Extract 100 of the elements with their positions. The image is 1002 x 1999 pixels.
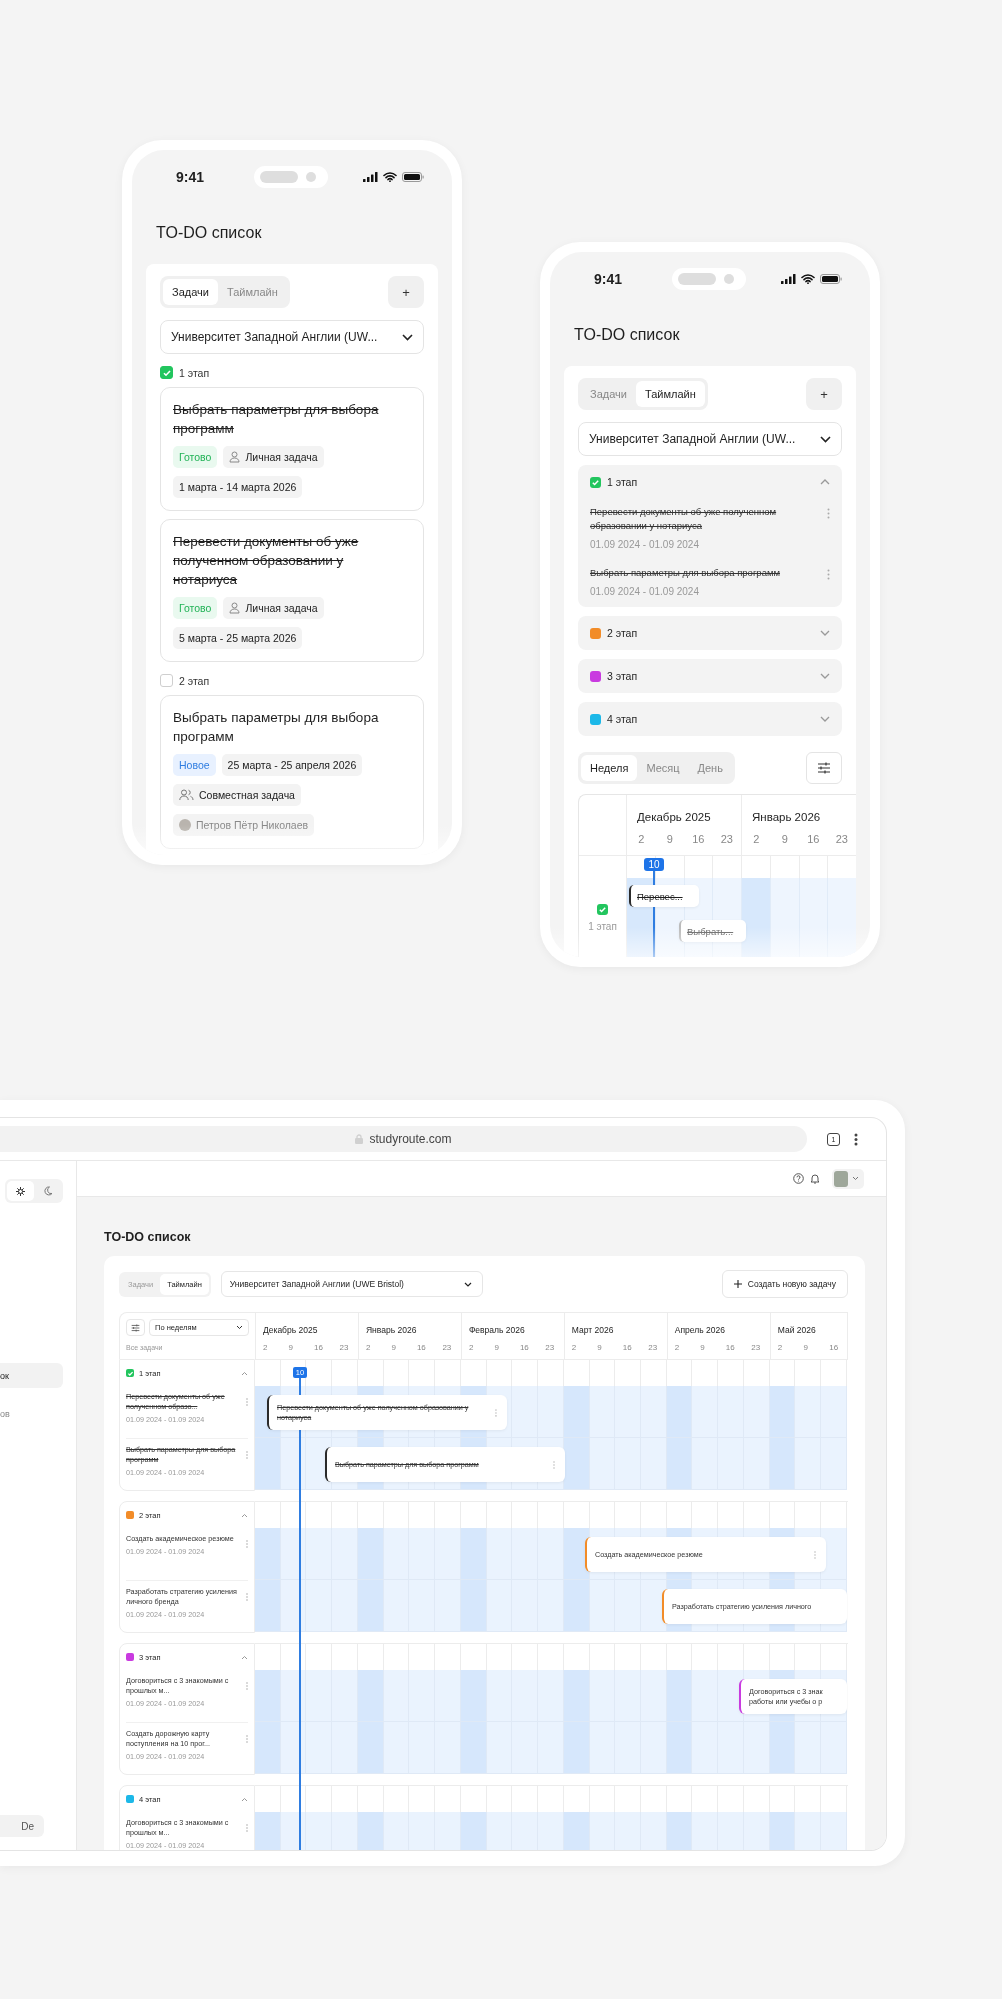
week-cell	[460, 1670, 487, 1722]
chevron-down-icon	[852, 1176, 859, 1181]
sun-icon[interactable]	[7, 1181, 34, 1201]
task-card[interactable]: Перевести документы об уже полученном образовании у нотариуса Готово Личная задача 5 марта - 25 марта 2026	[160, 519, 424, 662]
week-cell	[357, 1670, 384, 1722]
account-menu[interactable]	[832, 1168, 864, 1189]
week-cell	[383, 1528, 410, 1580]
week-cell	[512, 1670, 539, 1722]
task-bar[interactable]: Перевес...	[629, 885, 699, 907]
stage-checkbox[interactable]	[590, 713, 601, 725]
week-label: 23	[719, 833, 734, 845]
create-task-button[interactable]: Создать новую задачу	[721, 1270, 848, 1298]
chevron-up-icon[interactable]	[820, 479, 830, 485]
week-cell	[538, 1812, 564, 1850]
stage-panel[interactable]: 3 этап	[578, 659, 842, 693]
week-label: 23	[544, 1343, 556, 1352]
stage-label: 3 этап	[607, 670, 638, 682]
university-select[interactable]: Университет Западной Англии (UW...	[578, 422, 842, 456]
stage-checkbox[interactable]	[160, 366, 173, 379]
week-cell	[589, 1812, 616, 1850]
tab[interactable]: Таймлайн	[635, 381, 705, 407]
task-bar[interactable]: Выбрать...	[679, 920, 746, 942]
month-label: Май 2026	[776, 1325, 816, 1335]
stage-checkbox[interactable]	[160, 674, 173, 687]
chevron-down-icon[interactable]	[820, 630, 830, 636]
filter-button[interactable]	[806, 752, 842, 784]
task-dates: 01.09 2024 - 01.09 2024	[590, 539, 700, 550]
week-cell	[486, 1670, 513, 1722]
week-cell	[743, 1386, 770, 1438]
week-cell	[821, 1438, 847, 1490]
chevron-up-icon[interactable]	[241, 1796, 248, 1802]
stage-checkbox[interactable]	[126, 1795, 134, 1803]
chevron-up-icon[interactable]	[241, 1512, 248, 1518]
stage-panel[interactable]: 2 этап	[578, 616, 842, 650]
week-label: 2	[570, 1343, 578, 1352]
sidebar-item[interactable]: ок	[0, 1363, 63, 1388]
week-cell	[769, 1386, 796, 1438]
week-label: 23	[647, 1343, 659, 1352]
week-cell	[255, 1722, 281, 1774]
week-label: 9	[287, 1343, 294, 1352]
sidebar-item[interactable]: ов	[0, 1401, 63, 1426]
chip-label: Петров Пётр Николаев	[196, 819, 309, 831]
week-cell	[692, 1386, 719, 1438]
person-icon	[229, 451, 241, 463]
language-option[interactable]: De	[21, 1820, 34, 1832]
stage-label: 4 этап	[607, 713, 638, 725]
university-select[interactable]: Университет Западной Англии (UWE Bristol)	[220, 1271, 483, 1297]
stage-panel[interactable]: 4 этап	[578, 702, 842, 736]
week-cell	[641, 1812, 667, 1850]
stage-checkbox[interactable]	[126, 1511, 134, 1519]
add-button[interactable]: +	[388, 276, 424, 308]
chevron-down-icon[interactable]	[820, 673, 830, 679]
week-cell	[589, 1438, 616, 1490]
tab[interactable]: Задачи	[163, 279, 218, 305]
week-label: 23	[750, 1343, 762, 1352]
month-label: Февраль 2026	[467, 1325, 525, 1335]
date-tag: 1 марта - 14 марта 2026	[173, 476, 303, 498]
stage-panel[interactable]: 1 этап Перевести документы об уже полученном образовании у нотариуса 01.09 2024 - 01.09 2024 Выбрать параметры для выбора программ 01.09 2024 - 01.09 2024	[578, 465, 842, 607]
week-cell	[692, 1812, 719, 1850]
stage-checkbox[interactable]	[590, 627, 601, 639]
more-icon[interactable]	[854, 1132, 858, 1146]
week-cell	[357, 1528, 384, 1580]
week-cell	[743, 1722, 770, 1774]
week-label: 2	[673, 1343, 681, 1352]
week-cell	[641, 1438, 667, 1490]
week-cell	[332, 1528, 358, 1580]
filter-button[interactable]	[126, 1319, 145, 1336]
chevron-down-icon	[402, 333, 413, 341]
chevron-down-icon[interactable]	[820, 716, 830, 722]
week-cell	[795, 1812, 822, 1850]
date-tag: 5 марта - 25 марта 2026	[173, 627, 303, 649]
chevron-down-icon	[236, 1325, 243, 1330]
task-card[interactable]: Выбрать параметры для выбора программ Готово Личная задача 1 марта - 14 марта 2026	[160, 387, 424, 511]
week-cell	[486, 1580, 513, 1632]
tab[interactable]: Неделя	[581, 755, 638, 781]
week-cell	[589, 1722, 616, 1774]
week-label: 16	[691, 833, 706, 845]
address-bar[interactable]: studyroute.com	[0, 1126, 807, 1152]
week-cell	[821, 1812, 847, 1850]
week-cell	[435, 1722, 461, 1774]
week-cell	[615, 1438, 641, 1490]
chevron-down-icon	[463, 1281, 472, 1287]
add-button[interactable]: +	[806, 378, 842, 410]
chevron-up-icon[interactable]	[241, 1370, 248, 1376]
stage-checkbox[interactable]	[597, 904, 608, 915]
week-cell	[538, 1528, 564, 1580]
week-label: 2	[262, 1343, 269, 1352]
week-cell	[769, 1438, 796, 1490]
week-label: 2	[752, 833, 761, 845]
chevron-up-icon[interactable]	[241, 1654, 248, 1660]
task-card[interactable]: Выбрать параметры для выбора программ Новое 25 марта - 25 апреля 2026 Совместная задача Петров Пётр Николаев	[160, 695, 424, 849]
week-cell	[306, 1580, 333, 1632]
bell-icon[interactable]	[810, 1173, 820, 1184]
help-icon[interactable]	[793, 1173, 804, 1184]
week-cell	[666, 1670, 693, 1722]
stage-checkbox[interactable]	[126, 1653, 134, 1661]
stage-checkbox[interactable]	[590, 670, 601, 682]
week-label: 16	[312, 1343, 324, 1352]
university-select[interactable]: Университет Западной Англии (UW...	[160, 320, 424, 354]
stage-checkbox[interactable]	[590, 476, 601, 488]
